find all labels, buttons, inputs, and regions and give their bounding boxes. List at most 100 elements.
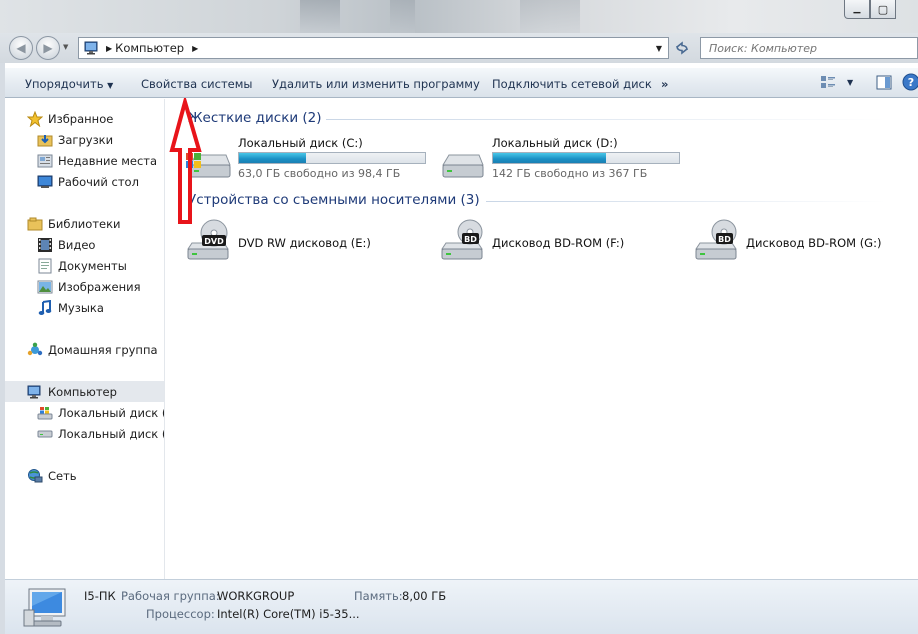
- nav-label: Документы: [58, 258, 127, 273]
- navigation-bar: ◀ ▶ ▼ ▶ Компьютер ▶ ▼: [0, 33, 918, 63]
- organize-label: Упорядочить: [25, 77, 104, 91]
- system-properties-button[interactable]: Свойства системы: [141, 77, 252, 91]
- star-icon: [27, 110, 43, 127]
- maximize-button[interactable]: ▢: [870, 0, 896, 19]
- explorer-window: ▁ ▢ ◀ ▶ ▼ ▶ Компьютер ▶ ▼ Упорядочить ▼ …: [0, 0, 918, 634]
- desktop-icon: [37, 174, 53, 190]
- drive-name: Дисковод BD-ROM (F:): [492, 236, 625, 250]
- nav-documents[interactable]: Документы: [5, 255, 164, 276]
- background-streak: [300, 0, 340, 33]
- forward-arrow-icon: ▶: [43, 41, 53, 55]
- video-icon: [37, 237, 53, 253]
- forward-button[interactable]: ▶: [36, 36, 60, 60]
- drive-name: Дисковод BD-ROM (G:): [746, 236, 882, 250]
- disc-badge: BD: [464, 235, 477, 244]
- change-view-button[interactable]: [820, 75, 836, 92]
- nav-pictures[interactable]: Изображения: [5, 276, 164, 297]
- nav-music[interactable]: Музыка: [5, 297, 164, 318]
- nav-homegroup[interactable]: Домашняя группа: [5, 339, 164, 360]
- chevron-down-icon: ▼: [107, 81, 114, 90]
- nav-video[interactable]: Видео: [5, 234, 164, 255]
- libraries-icon: [27, 216, 43, 232]
- minimize-button[interactable]: ▁: [844, 0, 870, 19]
- nav-desktop[interactable]: Рабочий стол: [5, 171, 164, 192]
- drive-icon: [37, 426, 53, 442]
- pictures-icon: [37, 279, 53, 295]
- nav-label: Сеть: [48, 468, 77, 483]
- refresh-icon: [676, 41, 688, 55]
- nav-computer[interactable]: Компьютер: [5, 381, 164, 402]
- nav-label: Избранное: [48, 111, 114, 126]
- more-commands-button[interactable]: »: [661, 77, 668, 91]
- chevron-down-icon: ▼: [655, 43, 663, 53]
- back-button[interactable]: ◀: [9, 36, 33, 60]
- nav-libraries[interactable]: Библиотеки: [5, 213, 164, 234]
- computer-icon: [23, 588, 66, 627]
- disc-badge: BD: [718, 235, 731, 244]
- command-bar: Упорядочить ▼ Свойства системы Удалить и…: [5, 67, 918, 98]
- memory-label: Память:: [354, 589, 403, 603]
- nav-label: Локальный диск (D: [58, 426, 165, 441]
- memory-value: 8,00 ГБ: [402, 589, 447, 603]
- help-button[interactable]: ?: [902, 73, 918, 94]
- breadcrumb-separator-icon[interactable]: ▶: [106, 44, 112, 53]
- nav-label: Рабочий стол: [58, 174, 139, 189]
- dvd-drive-icon: DVD: [187, 219, 229, 260]
- drive-name: DVD RW дисковод (E:): [238, 236, 371, 250]
- view-icon: [821, 76, 835, 88]
- content-pane: Жесткие диски (2) Локальный диск (C:) 63…: [166, 99, 918, 579]
- drive-free-space: 142 ГБ свободно из 367 ГБ: [492, 167, 648, 180]
- drive-usage-bar: [238, 152, 426, 164]
- group-header-removable[interactable]: Устройства со съемными носителями (3): [188, 192, 480, 208]
- nav-label: Компьютер: [48, 384, 117, 399]
- search-box[interactable]: [700, 37, 918, 59]
- title-bar[interactable]: ▁ ▢: [0, 0, 918, 33]
- downloads-folder-icon: [37, 132, 53, 148]
- recent-places-icon: [37, 153, 53, 169]
- refresh-button[interactable]: [671, 37, 693, 59]
- nav-recent-places[interactable]: Недавние места: [5, 150, 164, 171]
- search-input[interactable]: [709, 41, 889, 55]
- background-streak: [520, 0, 580, 33]
- bd-drive-icon: BD: [441, 219, 483, 260]
- organize-button[interactable]: Упорядочить ▼: [25, 77, 113, 91]
- nav-label: Музыка: [58, 300, 104, 315]
- nav-downloads[interactable]: Загрузки: [5, 129, 164, 150]
- nav-label: Загрузки: [58, 132, 114, 147]
- group-divider: [486, 201, 886, 202]
- recent-pages-dropdown[interactable]: ▼: [63, 43, 68, 51]
- address-bar[interactable]: ▶ Компьютер ▶ ▼: [78, 37, 669, 59]
- drive-name: Локальный диск (D:): [492, 136, 618, 150]
- help-icon: ?: [902, 73, 918, 91]
- window-controls: ▁ ▢: [844, 0, 896, 19]
- nav-label: Недавние места: [58, 153, 158, 168]
- view-options-dropdown[interactable]: ▼: [847, 78, 853, 87]
- pc-name: I5-ПК: [84, 589, 116, 603]
- preview-pane-icon: [876, 75, 892, 90]
- address-history-dropdown[interactable]: ▼: [650, 38, 668, 58]
- breadcrumb-separator-icon[interactable]: ▶: [192, 44, 198, 53]
- navigation-pane: Избранное Загрузки Недавние места Рабочи…: [5, 99, 165, 579]
- breadcrumb-computer[interactable]: Компьютер: [115, 41, 184, 55]
- uninstall-program-button[interactable]: Удалить или изменить программу: [272, 77, 480, 91]
- details-pane: I5-ПК Рабочая группа: WORKGROUP Память: …: [5, 579, 918, 634]
- nav-label: Локальный диск (C: [58, 405, 165, 420]
- music-icon: [37, 299, 53, 316]
- nav-label: Видео: [58, 237, 96, 252]
- group-header-hard-disks[interactable]: Жесткие диски (2): [188, 110, 322, 126]
- map-network-drive-button[interactable]: Подключить сетевой диск: [492, 77, 652, 91]
- windows-drive-icon: [186, 153, 231, 178]
- nav-network[interactable]: Сеть: [5, 465, 164, 486]
- nav-local-disk-d[interactable]: Локальный диск (D: [5, 423, 165, 444]
- nav-local-disk-c[interactable]: Локальный диск (C: [5, 402, 165, 423]
- drive-usage-bar: [492, 152, 680, 164]
- homegroup-icon: [27, 342, 43, 358]
- cpu-value: Intel(R) Core(TM) i5-35...: [217, 607, 360, 621]
- preview-pane-button[interactable]: [876, 75, 892, 93]
- background-streak: [390, 0, 415, 33]
- drive-free-space: 63,0 ГБ свободно из 98,4 ГБ: [238, 167, 401, 180]
- disc-badge: DVD: [204, 237, 224, 246]
- nav-favorites[interactable]: Избранное: [5, 108, 164, 129]
- nav-label: Изображения: [58, 279, 141, 294]
- group-divider: [326, 119, 886, 120]
